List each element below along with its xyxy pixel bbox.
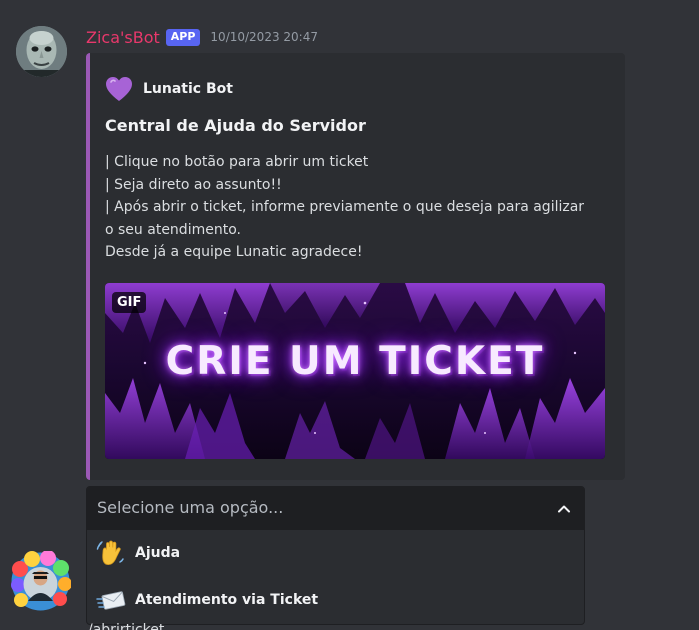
embed-description: | Clique no botão para abrir um ticket |…: [105, 151, 615, 264]
gif-badge: GIF: [112, 292, 147, 313]
option-label: Ajuda: [135, 545, 181, 561]
embed-title: Central de Ajuda do Servidor: [105, 116, 366, 135]
embed-accent-bar: [86, 53, 90, 480]
select-menu-header[interactable]: Selecione uma opção...: [87, 487, 584, 530]
incoming-envelope-icon: [96, 591, 126, 610]
chevron-up-icon[interactable]: [556, 501, 572, 517]
waving-hand-icon: [96, 540, 124, 565]
bot-avatar[interactable]: [16, 26, 67, 77]
embed-author-name: Lunatic Bot: [143, 81, 233, 97]
embed-author: Lunatic Bot: [105, 76, 233, 102]
embed: Lunatic Bot Central de Ajuda do Servidor…: [86, 53, 625, 480]
next-message-text: /abrirticket: [88, 622, 165, 630]
select-menu[interactable]: Selecione uma opção... Ajuda Atendimento…: [86, 486, 585, 625]
select-option-atendimento[interactable]: Atendimento via Ticket: [87, 577, 584, 623]
user-avatar[interactable]: [10, 550, 72, 612]
description-line: o seu atendimento.: [105, 221, 241, 238]
message-header: Zica'sBot APP 10/10/2023 20:47: [86, 26, 318, 48]
description-line: Desde já a equipe Lunatic agradece!: [105, 244, 363, 260]
description-line: | Clique no botão para abrir um ticket: [105, 154, 369, 170]
embed-gif-image[interactable]: CRIE UM TICKET GIF: [105, 283, 605, 459]
description-line: | Após abrir o ticket, informe previamen…: [105, 199, 585, 215]
purple-heart-icon: [106, 77, 132, 101]
chat-view: Zica'sBot APP 10/10/2023 20:47 Lunatic B…: [0, 0, 699, 630]
gif-banner-text: CRIE UM TICKET: [165, 339, 545, 384]
select-option-ajuda[interactable]: Ajuda: [87, 530, 584, 576]
description-line: | Seja direto ao assunto!!: [105, 176, 282, 193]
option-label: Atendimento via Ticket: [135, 592, 319, 608]
username[interactable]: Zica'sBot: [86, 28, 160, 47]
select-placeholder: Selecione uma opção...: [97, 498, 284, 517]
app-badge: APP: [165, 28, 201, 46]
timestamp: 10/10/2023 20:47: [210, 30, 318, 44]
